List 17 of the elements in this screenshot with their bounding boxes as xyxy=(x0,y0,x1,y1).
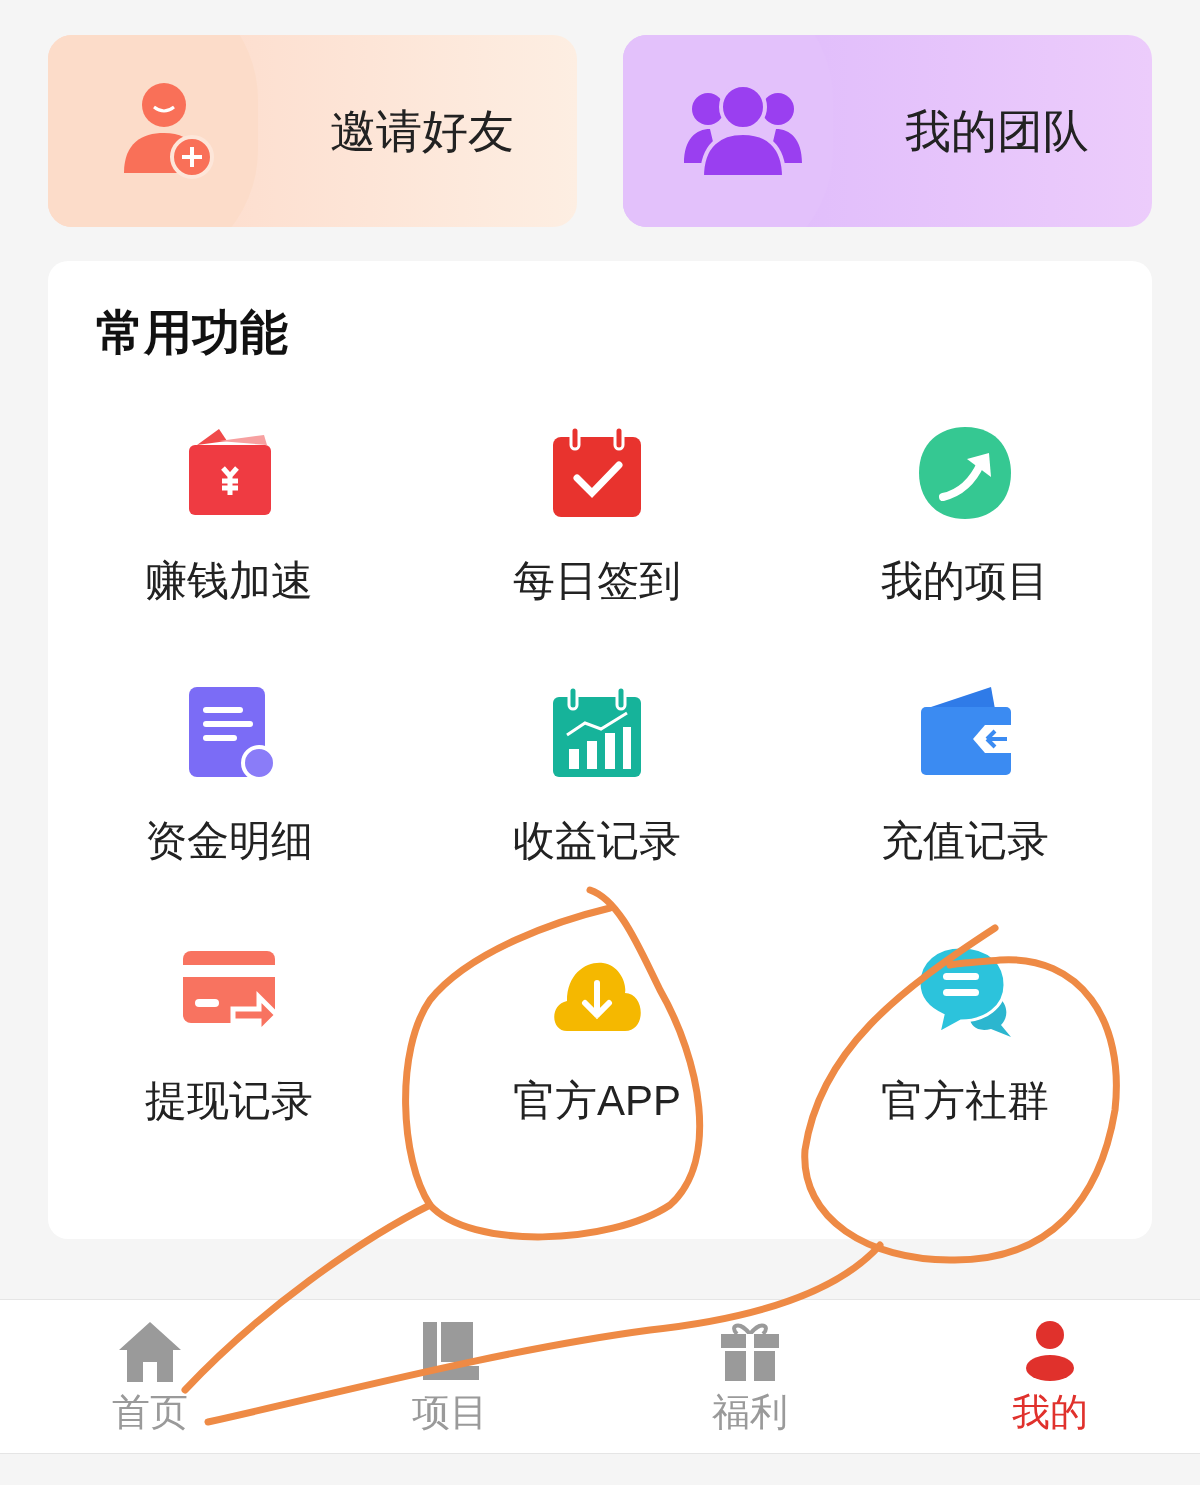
function-label: 提现记录 xyxy=(145,1076,313,1126)
function-label: 我的项目 xyxy=(881,556,1049,606)
card-label: 邀请好友 xyxy=(330,103,514,159)
card-label: 我的团队 xyxy=(905,103,1089,159)
function-label: 收益记录 xyxy=(513,816,681,866)
function-label: 每日签到 xyxy=(513,556,681,606)
nav-tab[interactable]: 我的 xyxy=(900,1300,1200,1453)
function-label: 官方社群 xyxy=(881,1076,1049,1126)
function-label: 官方APP xyxy=(512,1076,681,1126)
person-icon xyxy=(1024,1319,1076,1382)
section-title: 常用功能 xyxy=(96,305,289,361)
invite-card[interactable]: 邀请好友 xyxy=(48,35,577,227)
function-label: 赚钱加速 xyxy=(145,556,313,606)
function-label: 充值记录 xyxy=(881,816,1049,866)
invite-card[interactable]: 我的团队 xyxy=(623,35,1152,227)
home-icon xyxy=(117,1319,183,1382)
function-label: 资金明细 xyxy=(145,816,313,866)
